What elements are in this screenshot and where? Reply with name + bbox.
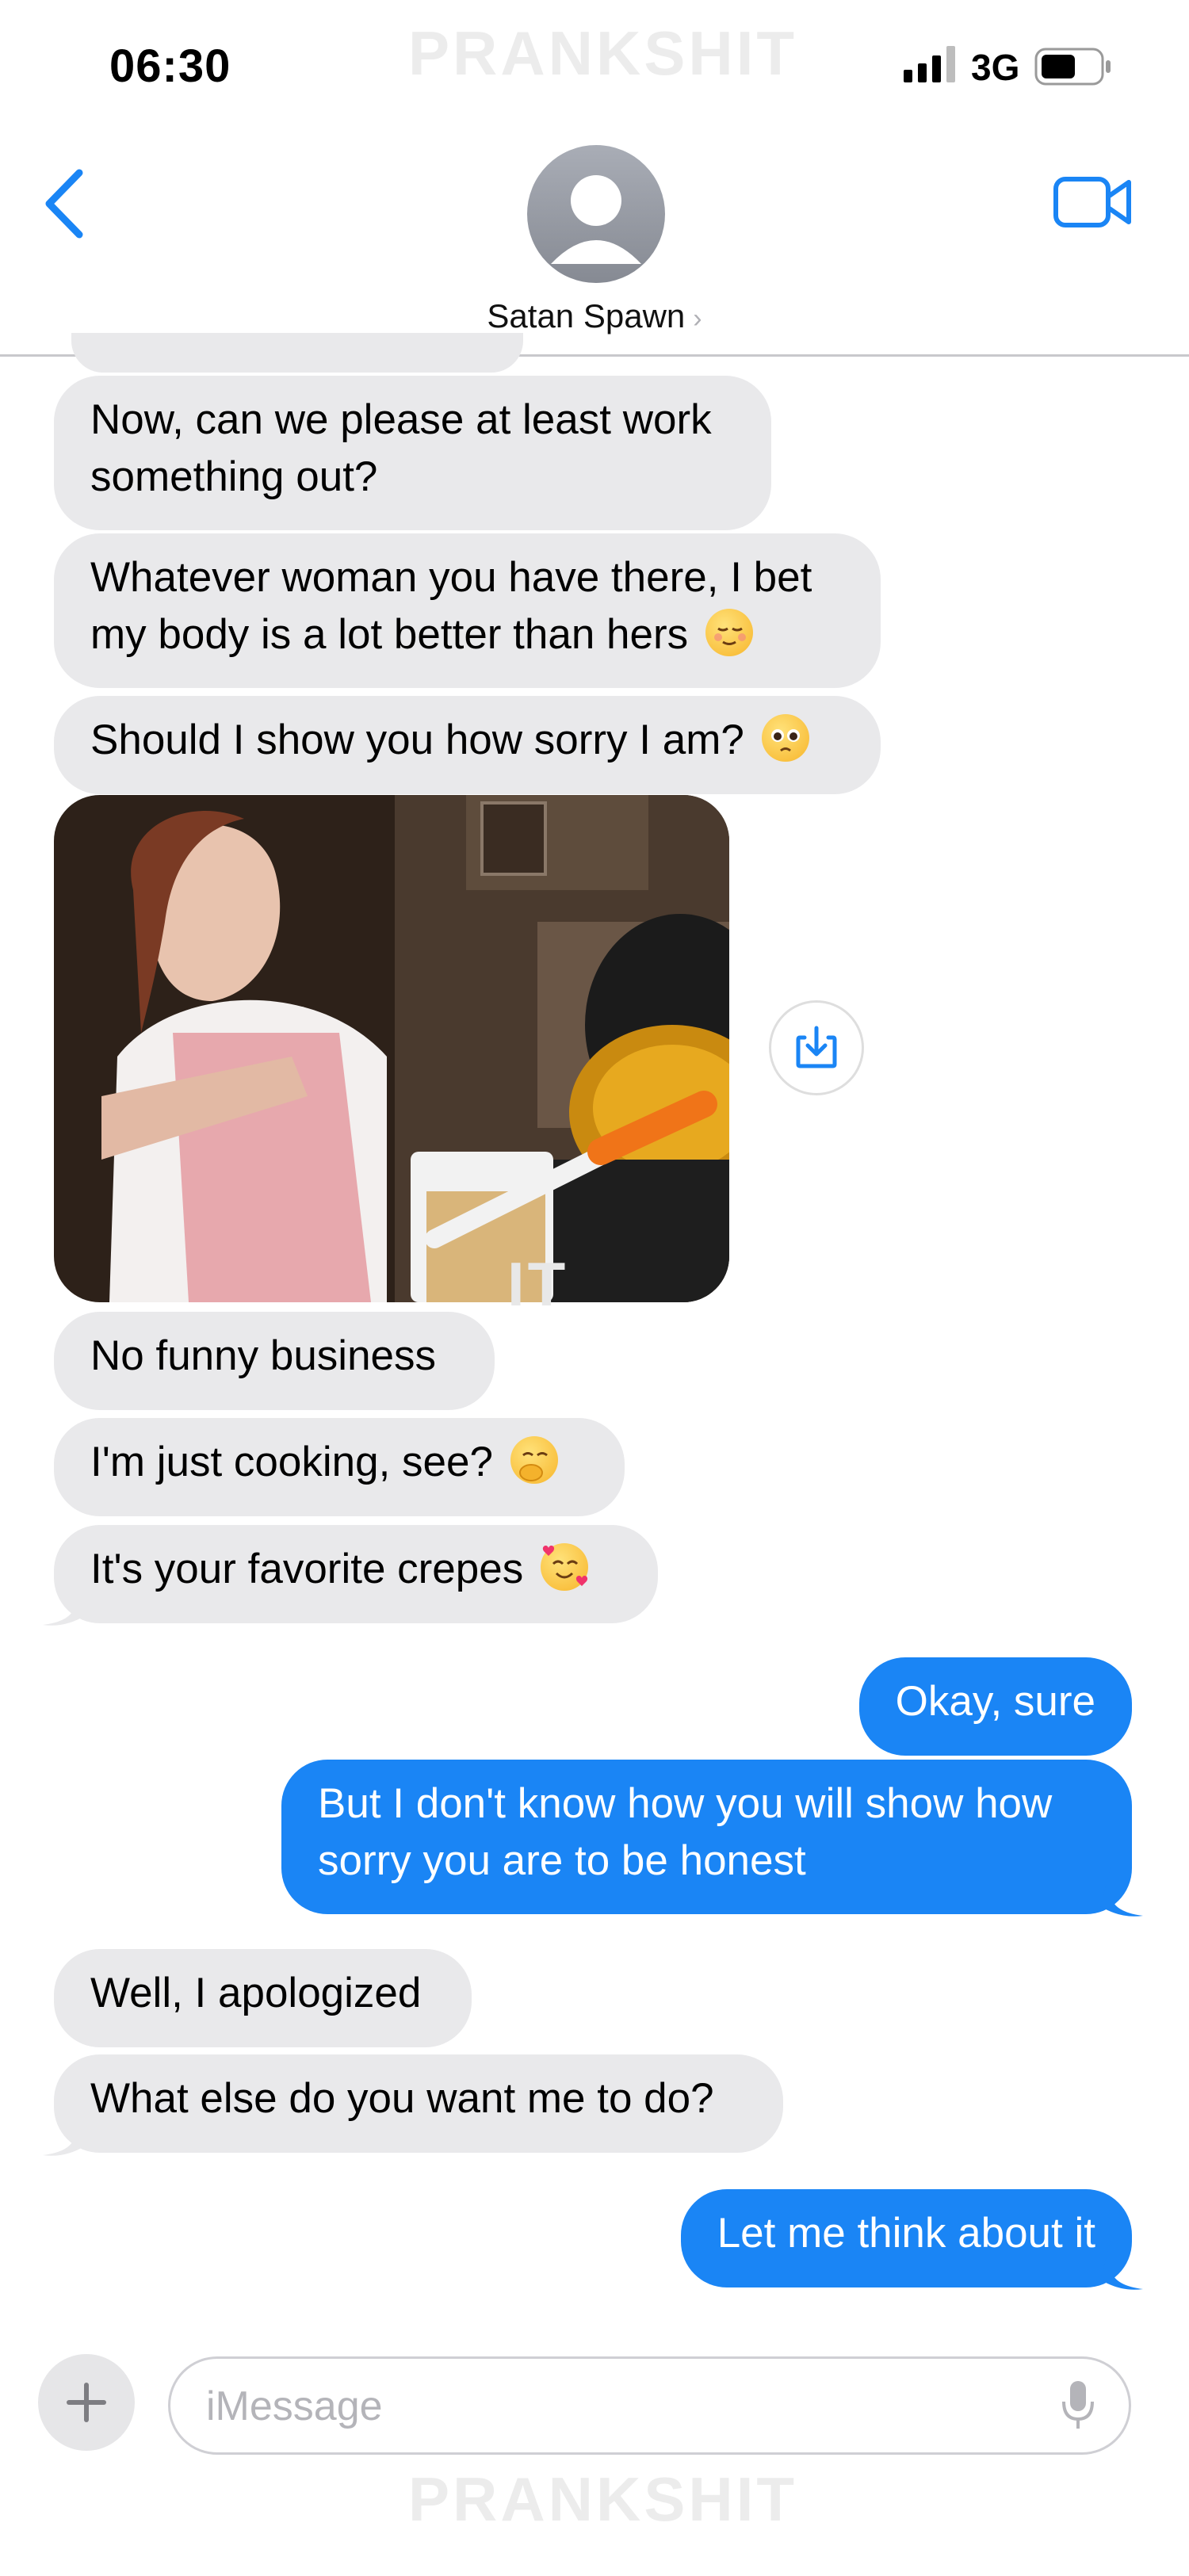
video-call-icon[interactable] <box>1053 174 1132 230</box>
bubble-tail <box>1100 2240 1143 2290</box>
signal-icon <box>904 46 955 82</box>
status-time: 06:30 <box>109 40 231 92</box>
message-text: It's your favorite crepes <box>90 1546 524 1592</box>
message-text: Well, I apologized <box>90 1970 422 2016</box>
network-type: 3G <box>971 47 1020 88</box>
watermark: IT <box>507 1249 569 1319</box>
message-bubble-outgoing[interactable]: Okay, sure <box>858 1657 1132 1756</box>
contact-name: Satan Spawn <box>487 297 686 334</box>
message-bubble-incoming[interactable]: I'm just cooking, see? <box>54 1418 625 1516</box>
message-text: something out? <box>90 453 378 500</box>
input-placeholder: iMessage <box>206 2383 383 2429</box>
message-text: Okay, sure <box>895 1678 1095 1725</box>
photo-message[interactable] <box>54 795 729 1302</box>
add-attachment-button[interactable] <box>38 2354 135 2451</box>
message-bubble-incoming[interactable]: It's your favorite crepes <box>54 1525 658 1623</box>
message-bubble-incoming[interactable]: Now, can we please at least work somethi… <box>54 376 771 530</box>
contact-avatar[interactable] <box>527 145 665 283</box>
message-text: Now, can we please at least work <box>90 396 712 443</box>
message-bubble-incoming[interactable]: No funny business <box>54 1312 495 1410</box>
contact-name-row[interactable]: Satan Spawn › <box>0 297 1189 335</box>
watermark: PRANKSHIT <box>408 18 798 88</box>
selfie-cooking-photo-icon <box>54 795 729 1302</box>
message-text: No funny business <box>90 1332 437 1379</box>
watermark: PRANKSHIT <box>408 2464 798 2534</box>
message-bubble-incoming[interactable]: Should I show you how sorry I am? <box>54 696 881 794</box>
person-icon <box>551 175 641 264</box>
partial-bubble <box>71 333 523 373</box>
message-text: What else do you want me to do? <box>90 2075 714 2122</box>
message-text: Let me think about it <box>717 2210 1095 2257</box>
message-text: Should I show you how sorry I am? <box>90 717 744 763</box>
message-bubble-outgoing[interactable]: Let me think about it <box>680 2189 1132 2287</box>
face-with-hand-over-mouth-emoji-icon <box>510 1436 558 1484</box>
download-icon <box>796 1026 837 1068</box>
save-photo-button[interactable] <box>769 1000 864 1095</box>
message-bubble-incoming[interactable]: Whatever woman you have there, I bet my … <box>54 533 881 688</box>
imessage-input[interactable]: iMessage <box>168 2356 1131 2455</box>
message-text: I'm just cooking, see? <box>90 1439 493 1485</box>
bubble-tail <box>43 2106 86 2156</box>
message-bubble-outgoing[interactable]: But I don't know how you will show how s… <box>281 1760 1132 1914</box>
pleading-face-emoji-icon <box>761 714 809 762</box>
smiling-face-with-hearts-emoji-icon <box>541 1543 589 1591</box>
battery-icon <box>1034 48 1111 86</box>
chevron-right-icon: › <box>693 304 702 334</box>
bubble-tail <box>43 1576 86 1626</box>
microphone-icon[interactable] <box>1061 2379 1095 2432</box>
message-text: Whatever woman you have there, I bet <box>90 554 812 601</box>
back-chevron-icon[interactable] <box>41 168 89 239</box>
message-text: But I don't know how you will show how <box>318 1780 1053 1827</box>
message-text: sorry you are to be honest <box>318 1837 806 1884</box>
message-bubble-incoming[interactable]: What else do you want me to do? <box>54 2054 783 2153</box>
message-text: my body is a lot better than hers <box>90 611 689 658</box>
message-bubble-incoming[interactable]: Well, I apologized <box>54 1949 472 2047</box>
bubble-tail <box>1100 1867 1143 1917</box>
relieved-face-emoji-icon <box>705 609 754 656</box>
